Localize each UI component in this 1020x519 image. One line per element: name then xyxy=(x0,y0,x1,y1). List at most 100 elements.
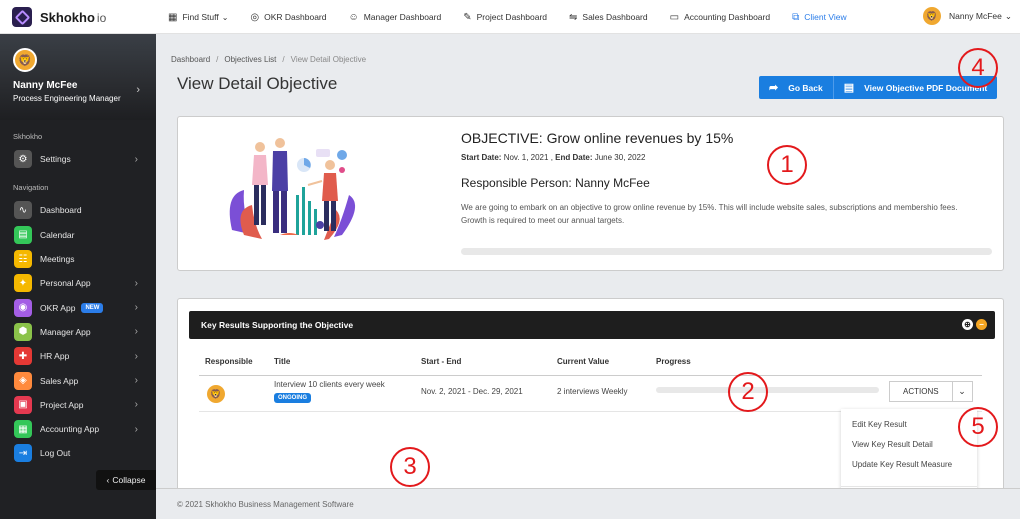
objective-description: We are going to embark on an objective t… xyxy=(461,203,958,225)
key-result-title[interactable]: Interview 10 clients every week xyxy=(274,380,385,389)
sidebar-profile[interactable]: 🦁 Nanny McFee Process Engineering Manage… xyxy=(0,34,156,120)
chevron-right-icon: › xyxy=(134,153,138,165)
table-divider xyxy=(199,375,982,376)
avatar: 🦁 xyxy=(922,7,941,25)
money-icon: ▭ xyxy=(669,11,680,23)
team-illustration xyxy=(229,138,356,240)
calculator-icon: ▦ xyxy=(14,420,32,439)
breadcrumb-current: View Detail Objective xyxy=(290,55,367,64)
column-header: Responsible xyxy=(205,357,253,366)
topnav-find-stuff[interactable]: ▦ Find Stuff ⌄ xyxy=(168,12,228,23)
user-icon: ☺ xyxy=(348,11,359,23)
chevron-down-icon: ⌄ xyxy=(1004,10,1012,21)
annotation-marker: 4 xyxy=(958,48,998,88)
sidebar-item-hr-app[interactable]: ✚ HR App › xyxy=(0,344,156,368)
sidebar-section-title: Navigation xyxy=(13,183,49,193)
annotation-marker: 1 xyxy=(767,145,807,185)
sidebar-section-title: Skhokho xyxy=(13,132,43,141)
chevron-right-icon: › xyxy=(136,84,140,96)
pulse-icon: ∿ xyxy=(14,201,32,220)
chevron-right-icon: › xyxy=(134,326,138,338)
footer: © 2021 Skhokho Business Management Softw… xyxy=(156,488,1020,519)
menu-divider xyxy=(841,486,977,487)
annotation-marker: 5 xyxy=(958,407,998,447)
key-results-header: Key Results Supporting the Objective ⊕ − xyxy=(189,311,995,339)
objective-dates: Start Date: Nov. 1, 2021 , End Date: Jun… xyxy=(461,153,646,162)
top-nav: ▦ Find Stuff ⌄ ◎ OKR Dashboard ☺ Manager Das… xyxy=(168,0,869,34)
sidebar-item-sales-app[interactable]: ◈ Sales App › xyxy=(0,368,156,392)
brand-logo-icon xyxy=(12,7,32,27)
meetings-icon: ☷ xyxy=(14,250,32,269)
responsible-person: Responsible Person: Nanny McFee xyxy=(461,176,650,190)
chevron-right-icon: › xyxy=(134,375,138,387)
new-badge: NEW xyxy=(81,302,104,313)
brand[interactable]: Skhokho io xyxy=(12,7,106,27)
main-content: Dashboard / Objectives List / View Detail Ob… xyxy=(156,34,1020,519)
project-icon: ▣ xyxy=(14,395,32,414)
breadcrumb-link[interactable]: Objectives List xyxy=(224,55,276,64)
sidebar-item-log-out[interactable]: ⇥ Log Out xyxy=(0,441,156,465)
topnav-accounting-dashboard[interactable]: ▭ Accounting Dashboard xyxy=(670,12,770,23)
expand-icon[interactable]: ⊕ xyxy=(962,319,973,330)
okr-icon: ◉ xyxy=(14,298,32,317)
chevron-right-icon: › xyxy=(134,423,138,435)
sidebar-item-accounting-app[interactable]: ▦ Accounting App › xyxy=(0,417,156,441)
tag-icon: ◈ xyxy=(14,371,32,390)
external-link-icon: ⧉ xyxy=(792,11,800,23)
share-arrow-icon: ➦ xyxy=(769,82,779,94)
topnav-sales-dashboard[interactable]: ⇋ Sales Dashboard xyxy=(569,12,648,23)
sidebar-item-project-app[interactable]: ▣ Project App › xyxy=(0,393,156,417)
sidebar-item-dashboard[interactable]: ∿ Dashboard xyxy=(0,198,156,222)
brand-name: Skhokho io xyxy=(40,9,107,25)
sidebar-item-manager-app[interactable]: ⬢ Manager App › xyxy=(0,320,156,344)
calendar-icon: ▤ xyxy=(14,225,32,244)
chevron-down-icon: ⌄ xyxy=(221,12,229,22)
annotation-marker: 3 xyxy=(390,447,430,487)
topnav-project-dashboard[interactable]: ✎ Project Dashboard xyxy=(463,12,547,23)
key-result-value: 2 interviews Weekly xyxy=(557,387,628,396)
pdf-file-icon: ▤ xyxy=(843,82,855,94)
menu-item-view-key-result-detail[interactable]: View Key Result Detail xyxy=(841,434,977,454)
sidebar: 🦁 Nanny McFee Process Engineering Manage… xyxy=(0,34,156,519)
actions-button-group: ACTIONS ⌄ xyxy=(889,381,973,402)
profile-role: Process Engineering Manager xyxy=(13,94,121,103)
chevron-left-icon: ‹ xyxy=(106,475,110,485)
user-menu[interactable]: 🦁 Nanny McFee ⌄ xyxy=(922,7,1012,25)
sidebar-item-okr-app[interactable]: ◉ OKR App NEW › xyxy=(0,295,156,319)
target-icon: ◎ xyxy=(250,11,260,23)
profile-name: Nanny McFee xyxy=(13,80,78,91)
column-header: Start - End xyxy=(421,357,462,366)
chevron-down-icon[interactable]: ⌄ xyxy=(952,381,973,402)
go-back-button[interactable]: ➦ Go Back xyxy=(759,76,833,99)
chevron-right-icon: › xyxy=(134,399,138,411)
status-badge: ONGOING xyxy=(274,393,312,403)
actions-button[interactable]: ACTIONS xyxy=(889,381,953,402)
logout-icon: ⇥ xyxy=(14,444,32,463)
topnav-manager-dashboard[interactable]: ☺ Manager Dashboard xyxy=(349,12,442,23)
objective-card: OBJECTIVE: Grow online revenues by 15% S… xyxy=(177,116,1004,271)
column-header: Current Value xyxy=(557,357,610,366)
annotation-marker: 2 xyxy=(728,372,768,412)
top-bar: Skhokho io ▦ Find Stuff ⌄ ◎ OKR Dashboard ☺ M… xyxy=(0,0,1020,34)
menu-item-edit-key-result[interactable]: Edit Key Result xyxy=(841,414,977,434)
collapse-icon[interactable]: − xyxy=(976,319,987,330)
sidebar-item-personal-app[interactable]: ✦ Personal App › xyxy=(0,271,156,295)
menu-item-update-key-result-measure[interactable]: Update Key Result Measure xyxy=(841,454,977,474)
key-result-dates: Nov. 2, 2021 - Dec. 29, 2021 xyxy=(421,387,523,396)
sidebar-item-calendar[interactable]: ▤ Calendar xyxy=(0,223,156,247)
sidebar-item-settings[interactable]: ⚙ Settings › xyxy=(0,147,156,171)
page-title: View Detail Objective xyxy=(177,74,338,93)
collapse-button[interactable]: ‹ Collapse xyxy=(96,470,156,490)
gear-icon: ⚙ xyxy=(14,150,32,169)
avatar: 🦁 xyxy=(13,48,37,72)
sidebar-item-meetings[interactable]: ☷ Meetings xyxy=(0,247,156,271)
breadcrumb: Dashboard / Objectives List / View Detail Ob… xyxy=(171,55,367,64)
handshake-icon: ⇋ xyxy=(569,11,578,23)
column-header: Progress xyxy=(656,357,691,366)
column-header: Title xyxy=(274,357,291,366)
grid-icon: ▦ xyxy=(168,11,178,23)
chevron-right-icon: › xyxy=(134,302,138,314)
breadcrumb-link[interactable]: Dashboard xyxy=(171,55,210,64)
topnav-client-view[interactable]: ⧉ Client View xyxy=(792,12,847,23)
topnav-okr-dashboard[interactable]: ◎ OKR Dashboard xyxy=(250,12,326,23)
